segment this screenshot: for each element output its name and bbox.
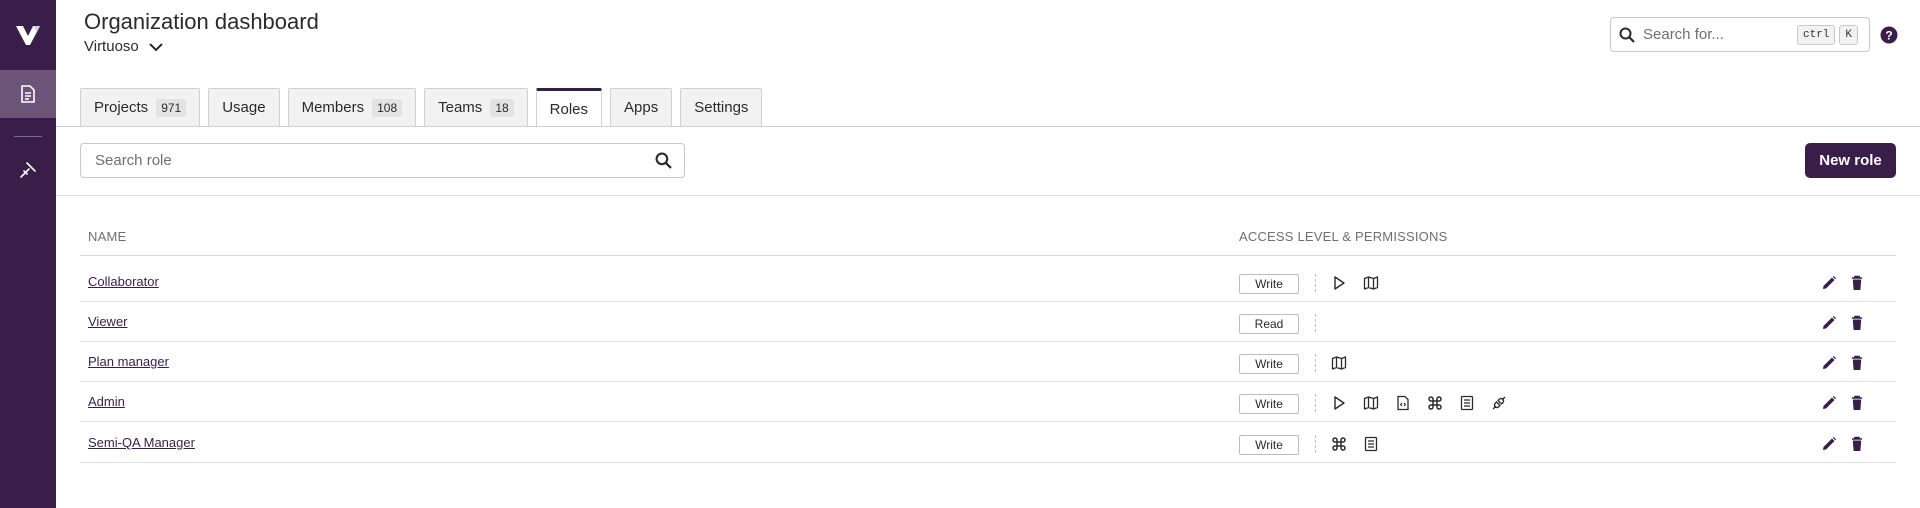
tab-count-badge: 971	[156, 98, 187, 117]
list-icon	[1362, 435, 1380, 453]
play-icon	[1330, 274, 1348, 292]
search-icon	[1619, 27, 1635, 43]
permission-divider	[1315, 394, 1316, 412]
sidebar-tools-button[interactable]	[0, 146, 56, 194]
delete-icon[interactable]	[1848, 394, 1866, 412]
tab-roles[interactable]: Roles	[535, 88, 603, 127]
tab-label: Roles	[549, 100, 589, 118]
map-icon	[1362, 274, 1380, 292]
command-icon	[1426, 394, 1444, 412]
permission-divider	[1315, 354, 1316, 372]
section-divider	[56, 195, 1920, 196]
shortcut-ctrl-key: ctrl	[1797, 24, 1836, 45]
organization-name: Virtuoso	[84, 38, 139, 55]
role-name-link[interactable]: Plan manager	[88, 354, 169, 369]
tab-members[interactable]: Members 108	[287, 88, 417, 126]
global-search: ctrl K	[1610, 17, 1870, 52]
access-level-badge: Write	[1239, 274, 1299, 294]
new-role-button[interactable]: New role	[1805, 143, 1896, 178]
map-icon	[1362, 394, 1380, 412]
tab-label: Members	[301, 99, 365, 116]
delete-icon[interactable]	[1848, 314, 1866, 332]
role-name-link[interactable]: Collaborator	[88, 274, 159, 289]
role-search-input[interactable]	[95, 152, 655, 169]
organization-selector[interactable]: Virtuoso	[84, 38, 163, 55]
access-level-badge: Write	[1239, 435, 1299, 455]
edit-icon[interactable]	[1820, 274, 1838, 292]
sidebar-divider	[14, 136, 42, 137]
plug-icon	[1490, 394, 1508, 412]
tab-settings[interactable]: Settings	[680, 88, 763, 126]
dashboard-icon	[21, 85, 35, 103]
tab-label: Projects	[94, 99, 149, 116]
role-name-link[interactable]: Admin	[88, 394, 125, 409]
tab-label: Settings	[694, 99, 749, 116]
tools-icon	[20, 162, 36, 178]
permission-divider	[1315, 314, 1316, 332]
tab-usage[interactable]: Usage	[208, 88, 280, 126]
tab-apps[interactable]: Apps	[610, 88, 673, 126]
code-file-icon	[1394, 394, 1412, 412]
edit-icon[interactable]	[1820, 354, 1838, 372]
shortcut-k-key: K	[1839, 24, 1859, 45]
edit-icon[interactable]	[1820, 435, 1838, 453]
search-icon[interactable]	[655, 152, 672, 169]
tab-label: Usage	[222, 99, 266, 116]
tab-count-badge: 108	[372, 98, 403, 117]
sidebar	[0, 0, 56, 508]
command-icon	[1330, 435, 1348, 453]
access-level-badge: Write	[1239, 354, 1299, 374]
role-name-link[interactable]: Viewer	[88, 314, 128, 329]
chevron-down-icon	[149, 42, 163, 51]
permission-divider	[1315, 274, 1316, 292]
delete-icon[interactable]	[1848, 354, 1866, 372]
table-row: Semi-QA Manager Write	[80, 423, 1896, 463]
tabs-divider	[56, 126, 1920, 127]
delete-icon[interactable]	[1848, 274, 1866, 292]
table-row: Plan manager Write	[80, 342, 1896, 382]
table-header-divider	[80, 255, 1896, 256]
edit-icon[interactable]	[1820, 394, 1838, 412]
edit-icon[interactable]	[1820, 314, 1838, 332]
play-icon	[1330, 394, 1348, 412]
table-row: Admin Write	[80, 382, 1896, 422]
access-level-badge: Read	[1239, 314, 1299, 334]
table-row: Viewer Read	[80, 302, 1896, 342]
delete-icon[interactable]	[1848, 435, 1866, 453]
access-level-badge: Write	[1239, 394, 1299, 414]
help-icon[interactable]: ?	[1880, 26, 1898, 44]
global-search-input[interactable]	[1643, 26, 1793, 43]
tab-projects[interactable]: Projects 971	[80, 88, 201, 126]
role-name-link[interactable]: Semi-QA Manager	[88, 435, 195, 450]
dashboard-tabs: Projects 971 Usage Members 108 Teams 18 …	[80, 88, 763, 127]
role-search	[80, 143, 685, 178]
tab-label: Teams	[438, 99, 483, 116]
column-header-access: ACCESS LEVEL & PERMISSIONS	[1239, 229, 1448, 244]
map-icon	[1330, 354, 1348, 372]
page-title: Organization dashboard	[84, 9, 319, 34]
tab-label: Apps	[624, 99, 659, 116]
sidebar-dashboard-button[interactable]	[0, 70, 56, 118]
tab-teams[interactable]: Teams 18	[424, 88, 528, 126]
list-icon	[1458, 394, 1476, 412]
permission-divider	[1315, 435, 1316, 453]
virtuoso-logo[interactable]	[13, 20, 43, 50]
column-header-name: NAME	[88, 229, 127, 244]
tab-count-badge: 18	[490, 98, 514, 117]
svg-text:?: ?	[1885, 29, 1892, 43]
table-row: Collaborator Write	[80, 262, 1896, 302]
